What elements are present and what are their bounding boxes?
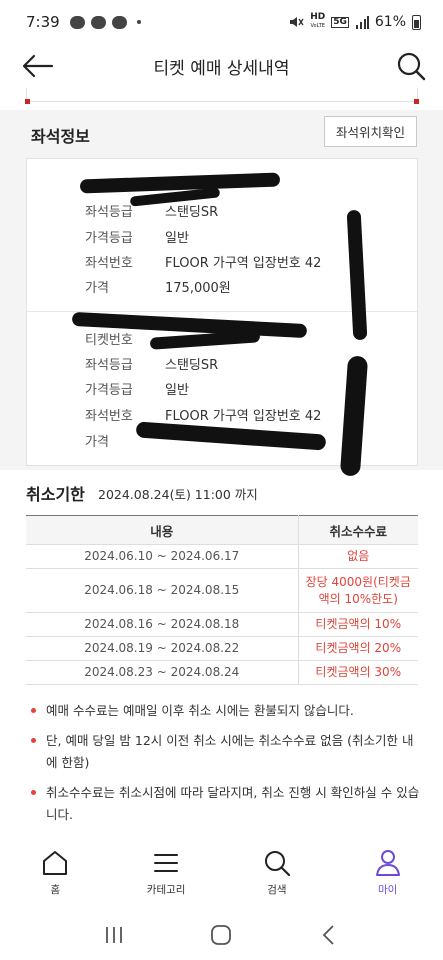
nav-label: 카테고리 <box>146 884 186 896</box>
fee-amount-line: 액의 10%한도) <box>318 591 398 606</box>
chat-notification-icon <box>90 15 106 29</box>
system-navigation-bar <box>0 910 443 960</box>
search-icon <box>264 851 290 877</box>
note-item: 취소수수료는 취소시점에 따라 달라지며, 취소 진행 시 확인하실 수 있습니… <box>30 782 420 826</box>
signal-icon <box>355 15 369 29</box>
seat-row-value: 스탠딩SR <box>165 357 219 373</box>
note-item: 예매 수수료는 예매일 이후 취소 시에는 환불되지 않습니다. <box>30 700 420 722</box>
more-notifications-icon <box>136 20 141 24</box>
fee-period: 2024.08.16 ~ 2024.08.18 <box>26 612 299 637</box>
seat-row-value: FLOOR 가구역 입장번호 42 <box>165 408 322 424</box>
cancel-deadline-date: 2024.08.24(토) 11:00 까지 <box>98 487 258 502</box>
home-icon <box>43 851 68 875</box>
search-icon <box>397 52 426 81</box>
seat-row-value: 175,000원 <box>165 280 231 296</box>
fee-period: 2024.08.19 ~ 2024.08.22 <box>26 636 299 661</box>
status-right: HD VoLTE 5G 61% <box>288 13 421 31</box>
recent-apps-icon[interactable] <box>103 924 125 946</box>
table-row: 2024.08.23 ~ 2024.08.24 티켓금액의 30% <box>26 660 418 685</box>
bottom-navigation: 홈 카테고리 검색 마이 <box>0 842 443 904</box>
page-title: 티켓 예매 상세내역 <box>153 58 290 79</box>
seat-info-title: 좌석정보 <box>31 127 90 146</box>
cancel-notes: 예매 수수료는 예매일 이후 취소 시에는 환불되지 않습니다. 단, 예매 당… <box>30 700 420 834</box>
table-header-row: 내용 취소수수료 <box>26 515 418 545</box>
seat-row: 가격 175,000원 <box>85 274 231 298</box>
seat-row-value: 스탠딩SR <box>165 204 219 220</box>
fee-amount: 없음 <box>298 544 418 569</box>
fee-amount: 티켓금액의 30% <box>298 660 418 685</box>
nav-item-home[interactable]: 홈 <box>0 842 111 904</box>
seat-row-value: FLOOR 가구역 입장번호 42 <box>165 255 322 271</box>
app-notification-icon <box>111 15 127 29</box>
seat-row: 가격등급 일반 <box>85 376 189 400</box>
status-time: 7:39 <box>26 13 60 31</box>
battery-percent: 61% <box>374 14 406 30</box>
5g-icon: 5G <box>331 16 349 28</box>
back-arrow-icon <box>22 54 54 78</box>
fee-period: 2024.06.10 ~ 2024.06.17 <box>26 544 299 569</box>
home-button-icon[interactable] <box>210 924 232 946</box>
cancel-deadline-title: 취소기한 <box>26 485 85 504</box>
table-row: 2024.06.10 ~ 2024.06.17 없음 <box>26 544 418 569</box>
seat-row-label: 가격등급 <box>85 230 133 246</box>
seat-row-label: 좌석번호 <box>85 255 133 271</box>
seat-row-label: 좌석등급 <box>85 357 133 373</box>
table-row: 2024.08.19 ~ 2024.08.22 티켓금액의 20% <box>26 636 418 661</box>
back-button[interactable] <box>20 52 56 80</box>
fee-period: 2024.08.23 ~ 2024.08.24 <box>26 660 299 685</box>
status-left: 7:39 <box>26 13 141 31</box>
back-icon[interactable] <box>318 924 340 946</box>
seat-row: 좌석등급 스탠딩SR <box>85 351 218 375</box>
mute-icon <box>288 15 304 29</box>
nav-label: 마이 <box>377 884 398 896</box>
nav-item-my[interactable]: 마이 <box>332 842 443 904</box>
status-bar: 7:39 HD VoLTE 5G 61% <box>0 0 443 44</box>
person-icon <box>375 850 400 876</box>
card-corner-mark <box>414 99 419 104</box>
fee-amount-line: 장당 4000원(티켓금 <box>305 574 411 589</box>
fee-amount: 티켓금액의 10% <box>298 612 418 637</box>
search-button[interactable] <box>395 50 427 82</box>
seat-row-value: 일반 <box>165 382 189 398</box>
fee-amount: 장당 4000원(티켓금 액의 10%한도) <box>298 568 418 613</box>
message-notification-icon <box>69 15 85 29</box>
card-corner-mark <box>25 99 30 104</box>
hd-volte-icon: HD VoLTE <box>310 12 326 30</box>
table-header-period: 내용 <box>26 515 299 545</box>
nav-label: 검색 <box>267 884 287 896</box>
app-header: 티켓 예매 상세내역 <box>0 44 443 88</box>
seat-row: 가격등급 일반 <box>85 224 189 248</box>
seat-location-button[interactable]: 좌석위치확인 <box>324 116 417 147</box>
nav-item-search[interactable]: 검색 <box>222 842 333 904</box>
previous-card-bottom <box>25 88 419 104</box>
seat-row: 좌석번호 FLOOR 가구역 입장번호 42 <box>85 402 321 426</box>
table-row: 2024.06.18 ~ 2024.08.15 장당 4000원(티켓금 액의 … <box>26 568 418 613</box>
fee-amount: 티켓금액의 20% <box>298 636 418 661</box>
seat-row-value: 일반 <box>165 230 189 246</box>
nav-label: 홈 <box>50 884 61 896</box>
cancel-fee-table: 내용 취소수수료 2024.06.10 ~ 2024.06.17 없음 2024… <box>26 515 418 685</box>
table-row: 2024.08.16 ~ 2024.08.18 티켓금액의 10% <box>26 612 418 637</box>
table-header-fee: 취소수수료 <box>298 515 418 545</box>
note-item: 단, 예매 당일 밤 12시 이전 취소 시에는 취소수수료 없음 (취소기한 … <box>30 730 420 774</box>
seat-row-label: 가격등급 <box>85 382 133 398</box>
fee-period: 2024.06.18 ~ 2024.08.15 <box>26 568 299 613</box>
seat-row-label: 좌석번호 <box>85 408 133 424</box>
menu-icon <box>154 854 179 872</box>
battery-icon <box>412 14 421 30</box>
seat-row-label: 가격 <box>85 280 109 296</box>
nav-item-category[interactable]: 카테고리 <box>111 842 222 904</box>
seat-row: 좌석번호 FLOOR 가구역 입장번호 42 <box>85 249 321 273</box>
